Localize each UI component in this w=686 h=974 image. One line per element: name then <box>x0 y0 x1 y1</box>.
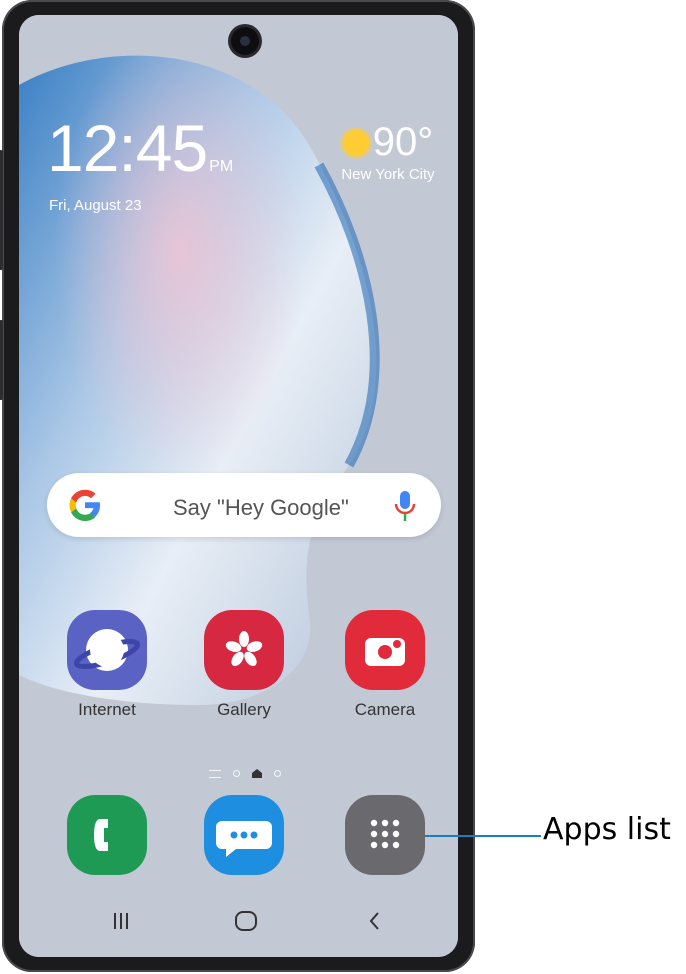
app-label-internet: Internet <box>78 700 136 719</box>
app-internet[interactable]: Internet <box>52 610 162 720</box>
messages-icon <box>204 795 284 875</box>
dock-messages[interactable] <box>189 795 299 875</box>
dock-phone[interactable] <box>52 795 162 875</box>
sun-icon <box>342 130 369 156</box>
page-dot <box>233 770 240 777</box>
home-icon <box>235 911 257 931</box>
dock-apps-list[interactable] <box>330 795 440 875</box>
weather-widget[interactable]: 90° New York City <box>328 120 448 183</box>
temperature: 90° <box>372 120 434 164</box>
samsung-internet-icon <box>67 610 147 690</box>
app-camera[interactable]: Camera <box>330 610 440 720</box>
back-icon <box>369 912 379 930</box>
app-gallery[interactable]: Gallery <box>189 610 299 720</box>
volume-button <box>0 150 3 270</box>
app-label-camera: Camera <box>354 700 416 719</box>
page-indicator <box>209 769 281 778</box>
page-indicator-menu <box>209 769 221 778</box>
google-search-bar[interactable]: Say "Hey Google" <box>47 473 441 537</box>
home-screen: 12:45 PM Fri, August 23 90° New York City… <box>19 15 458 957</box>
callout-label: Apps list <box>543 812 671 847</box>
page-dot-home <box>252 769 262 778</box>
recents-icon <box>114 913 128 929</box>
clock-widget[interactable]: 12:45 PM <box>47 115 233 181</box>
date-label: Fri, August 23 <box>49 197 142 214</box>
gallery-flower-icon <box>204 610 284 690</box>
camera-icon <box>345 610 425 690</box>
clock-time: 12:45 <box>47 111 208 185</box>
clock-ampm: PM <box>209 158 234 175</box>
search-placeholder: Say "Hey Google" <box>173 495 349 520</box>
side-key <box>0 320 3 400</box>
app-label-gallery: Gallery <box>217 700 271 719</box>
recents-button[interactable] <box>101 906 141 936</box>
home-button[interactable] <box>226 906 266 936</box>
navigation-bar <box>19 900 458 940</box>
apps-grid-icon <box>345 795 425 875</box>
microphone-icon[interactable] <box>394 489 416 523</box>
back-button[interactable] <box>354 906 394 936</box>
page-dot <box>274 770 281 777</box>
phone-icon <box>67 795 147 875</box>
phone-frame: 12:45 PM Fri, August 23 90° New York City… <box>0 0 475 972</box>
callout-line <box>425 835 541 837</box>
google-g-icon <box>69 489 100 521</box>
city-name: New York City <box>341 166 435 183</box>
front-camera <box>231 27 259 55</box>
